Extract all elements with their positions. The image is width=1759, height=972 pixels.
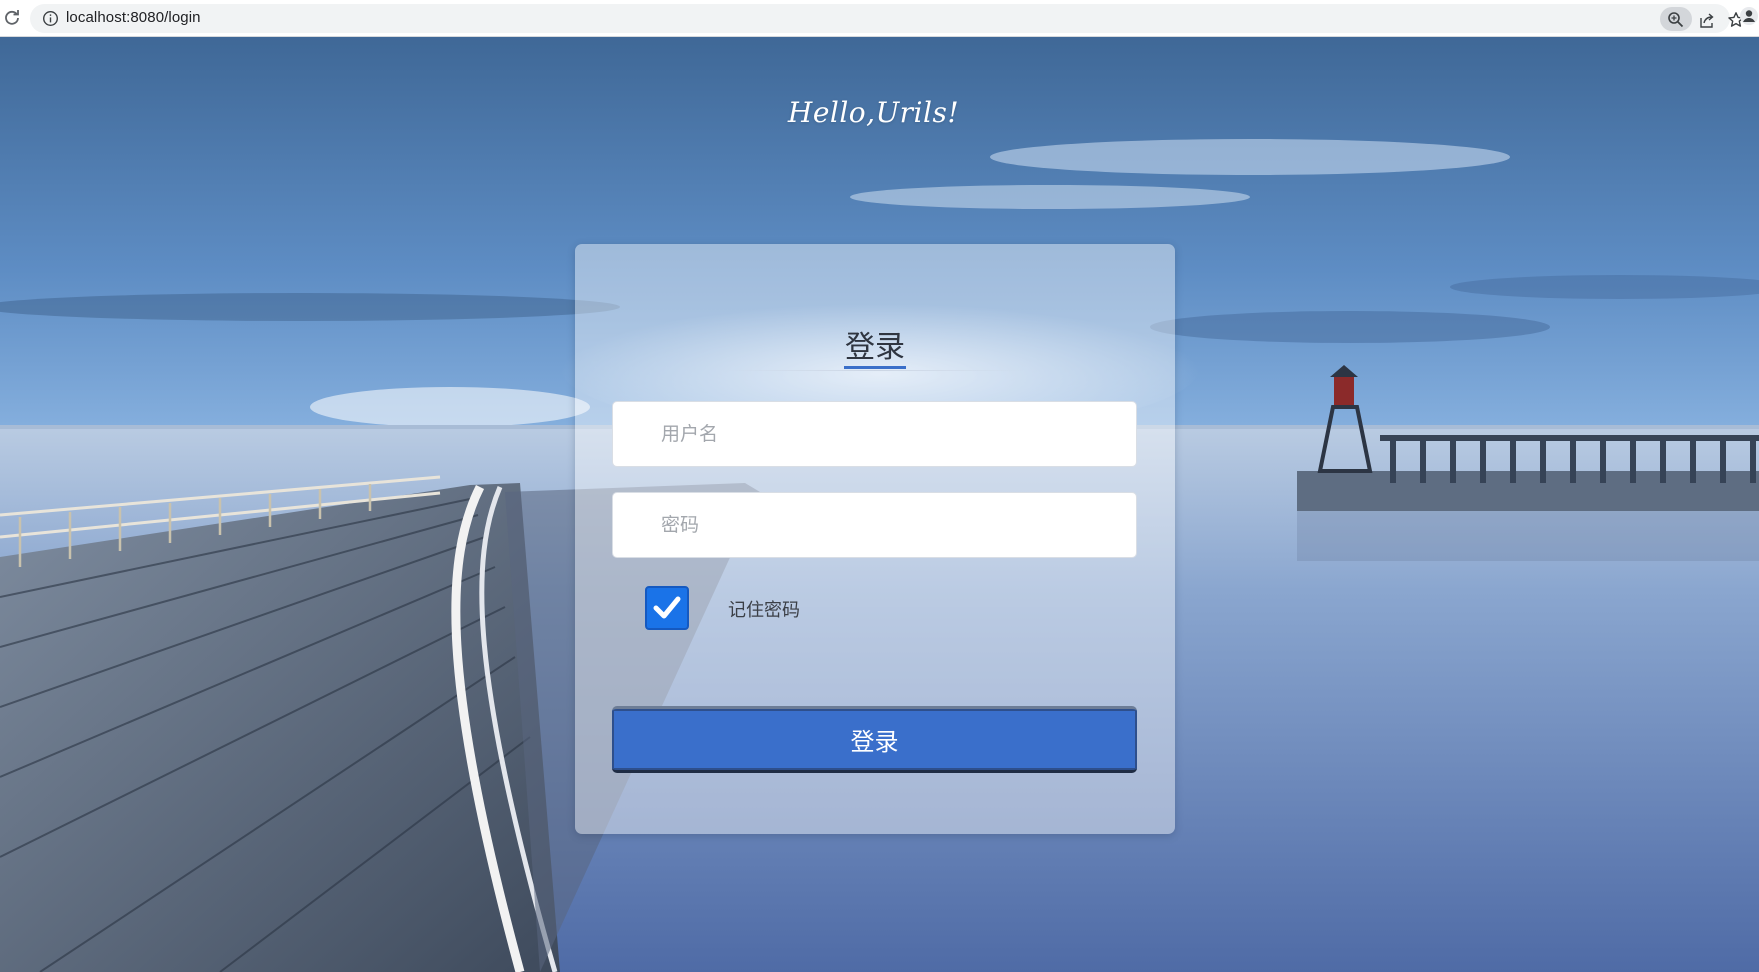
password-field[interactable] xyxy=(612,492,1137,558)
share-icon[interactable] xyxy=(1698,12,1715,29)
password-input[interactable] xyxy=(613,493,1136,557)
reload-icon[interactable] xyxy=(3,9,21,27)
profile-icon[interactable] xyxy=(1739,6,1759,26)
title-underline xyxy=(844,366,906,369)
checkmark-icon xyxy=(653,596,681,619)
login-button[interactable]: 登录 xyxy=(612,706,1137,773)
username-input[interactable] xyxy=(613,402,1136,466)
title-divider xyxy=(725,370,1025,371)
browser-toolbar: localhost:8080/login xyxy=(0,0,1759,37)
address-bar[interactable]: localhost:8080/login xyxy=(30,4,1744,33)
username-field[interactable] xyxy=(612,401,1137,467)
url-text[interactable]: localhost:8080/login xyxy=(66,9,201,26)
login-card: 登录 记住密码 登录 xyxy=(575,244,1175,834)
remember-checkbox[interactable] xyxy=(645,586,689,630)
zoom-button[interactable] xyxy=(1660,7,1692,31)
info-icon[interactable] xyxy=(42,10,59,27)
hero-title: Hello,Urils! xyxy=(787,96,960,129)
login-title: 登录 xyxy=(845,330,905,365)
remember-label[interactable]: 记住密码 xyxy=(728,596,800,622)
zoom-icon xyxy=(1668,12,1684,28)
